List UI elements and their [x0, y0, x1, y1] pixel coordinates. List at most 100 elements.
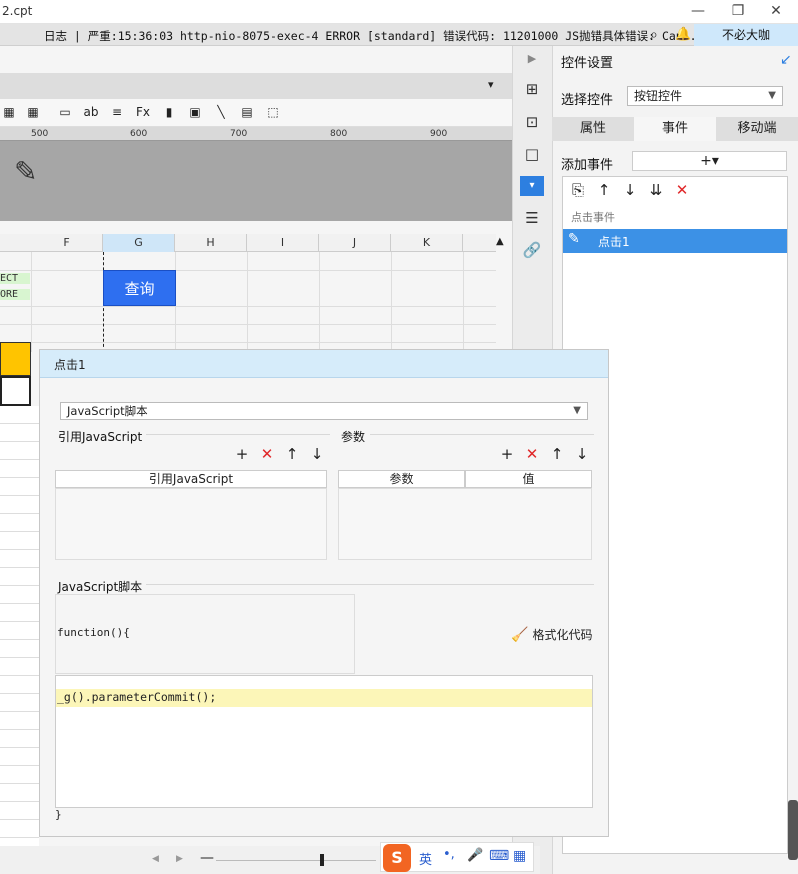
- params-table[interactable]: [338, 488, 592, 560]
- prev-icon[interactable]: ◀: [152, 854, 159, 864]
- ref-js-column-header: 引用JavaScript: [55, 470, 327, 488]
- column-g[interactable]: G: [103, 234, 175, 252]
- next-icon[interactable]: ▶: [176, 854, 183, 864]
- event-item-label: 点击1: [598, 235, 630, 249]
- add-icon[interactable]: +: [234, 446, 250, 462]
- function-head: function(){: [57, 626, 130, 639]
- label-icon[interactable]: ab: [82, 104, 100, 120]
- divider: [146, 434, 330, 435]
- bell-icon[interactable]: 🔔: [675, 27, 691, 42]
- cell-text[interactable]: ORE: [0, 289, 30, 300]
- widget-type-value: 按钮控件: [634, 89, 683, 103]
- tab-properties[interactable]: 属性: [552, 117, 634, 141]
- panel-title: 控件设置: [561, 56, 614, 71]
- expand-icon[interactable]: ▶: [520, 52, 544, 72]
- highlighted-cell[interactable]: [0, 342, 31, 376]
- log-dismiss-button[interactable]: 不必大咖: [694, 24, 798, 46]
- cell-attr-icon[interactable]: ⊡: [520, 113, 544, 133]
- column-j[interactable]: J: [319, 234, 391, 252]
- tab-events[interactable]: 事件: [634, 117, 716, 141]
- pencil-icon[interactable]: ✎: [14, 155, 37, 188]
- widget-type-select[interactable]: 按钮控件 ▼: [627, 86, 783, 106]
- zoom-out-icon[interactable]: —: [200, 850, 214, 866]
- format-code-button[interactable]: 🧹 格式化代码: [511, 626, 592, 643]
- sogou-logo-icon[interactable]: S: [383, 844, 411, 872]
- event-item[interactable]: ✎ 点击1: [563, 229, 787, 253]
- zoom-slider-thumb[interactable]: [320, 854, 324, 866]
- arrow-down-icon[interactable]: ↓: [574, 446, 590, 462]
- widget-settings-icon[interactable]: ▾: [520, 176, 544, 196]
- editor-header-band: ▾: [0, 73, 512, 99]
- pin-icon[interactable]: ▾: [488, 78, 494, 91]
- add-event-button[interactable]: +▾: [632, 151, 787, 171]
- textbox-icon[interactable]: ▭: [56, 104, 74, 120]
- formula-icon[interactable]: Fx: [134, 104, 152, 120]
- image-icon[interactable]: ▣: [186, 104, 204, 120]
- grid-rows: [0, 406, 39, 846]
- query-button[interactable]: 查询: [103, 270, 176, 306]
- copy-icon[interactable]: ⎘: [568, 180, 588, 200]
- arrow-up-icon[interactable]: ↑: [594, 180, 614, 200]
- code-line[interactable]: _g().parameterCommit();: [57, 690, 216, 704]
- edit-icon[interactable]: ✎: [568, 231, 580, 247]
- restore-button[interactable]: ❐: [718, 0, 758, 24]
- add-icon[interactable]: +: [499, 446, 515, 462]
- link-icon[interactable]: 🔗: [520, 241, 544, 261]
- grid-line: [463, 252, 464, 352]
- delete-icon[interactable]: ✕: [672, 180, 692, 200]
- add-event-label: 添加事件: [561, 158, 614, 173]
- ime-punct[interactable]: •,: [443, 847, 455, 862]
- cell-text[interactable]: ECT: [0, 273, 30, 284]
- align-icon[interactable]: ≡: [108, 104, 126, 120]
- tab-mobile[interactable]: 移动端: [716, 117, 798, 141]
- event-type-value: JavaScript脚本: [67, 404, 148, 418]
- minimize-button[interactable]: —: [678, 0, 718, 24]
- frame-icon[interactable]: □: [520, 145, 544, 165]
- grid-line: [247, 252, 248, 352]
- ref-js-section-title: 引用JavaScript: [58, 430, 143, 444]
- zoom-slider[interactable]: [216, 860, 376, 861]
- grid-line: [31, 252, 32, 352]
- column-i[interactable]: I: [247, 234, 319, 252]
- ref-js-table[interactable]: [55, 488, 327, 560]
- title-bar: 2.cpt — ❐ ✕: [0, 0, 798, 24]
- grid-icon[interactable]: ▦: [24, 104, 42, 120]
- mic-icon[interactable]: 🎤: [467, 848, 483, 863]
- scroll-up-icon[interactable]: ▲: [496, 236, 504, 247]
- script-section-title: JavaScript脚本: [58, 580, 143, 594]
- delete-icon[interactable]: ✕: [524, 446, 540, 462]
- ime-language[interactable]: 英: [419, 849, 432, 868]
- collapse-icon[interactable]: ↙: [780, 52, 792, 68]
- widget-toolbar: [0, 99, 512, 127]
- arrow-up-icon[interactable]: ↑: [549, 446, 565, 462]
- layout-icon[interactable]: ⊞: [520, 80, 544, 100]
- arrow-down-icon[interactable]: ↓: [309, 446, 325, 462]
- apps-icon[interactable]: ▦: [513, 848, 526, 864]
- dialog-header: 点击1: [40, 350, 608, 378]
- column-k[interactable]: K: [391, 234, 463, 252]
- parameter-pane[interactable]: ✎: [0, 141, 512, 221]
- dialog-title: 点击1: [54, 358, 86, 372]
- condition-icon[interactable]: ☰: [520, 209, 544, 229]
- keyboard-icon[interactable]: ⌨: [489, 848, 509, 864]
- grid-line: [391, 252, 392, 352]
- chevron-down-icon: ▼: [573, 405, 581, 416]
- line-icon[interactable]: ╲: [212, 104, 230, 120]
- move-bottom-icon[interactable]: ⇊: [646, 180, 666, 200]
- grid-line: [0, 306, 496, 307]
- border-icon[interactable]: ⬚: [264, 104, 282, 120]
- form-icon[interactable]: ▤: [238, 104, 256, 120]
- search-icon[interactable]: ⌕: [650, 27, 658, 43]
- arrow-down-icon[interactable]: ↓: [620, 180, 640, 200]
- arrow-up-icon[interactable]: ↑: [284, 446, 300, 462]
- selected-cell[interactable]: [0, 376, 31, 406]
- code-editor[interactable]: _g().parameterCommit();: [55, 675, 593, 808]
- event-type-select[interactable]: JavaScript脚本 ▼: [60, 402, 588, 420]
- close-window-button[interactable]: ✕: [756, 0, 796, 24]
- grid-line: [0, 324, 496, 325]
- chart-icon[interactable]: ▮: [160, 104, 178, 120]
- column-f[interactable]: F: [31, 234, 103, 252]
- table-icon[interactable]: ▦: [0, 104, 18, 120]
- column-h[interactable]: H: [175, 234, 247, 252]
- delete-icon[interactable]: ✕: [259, 446, 275, 462]
